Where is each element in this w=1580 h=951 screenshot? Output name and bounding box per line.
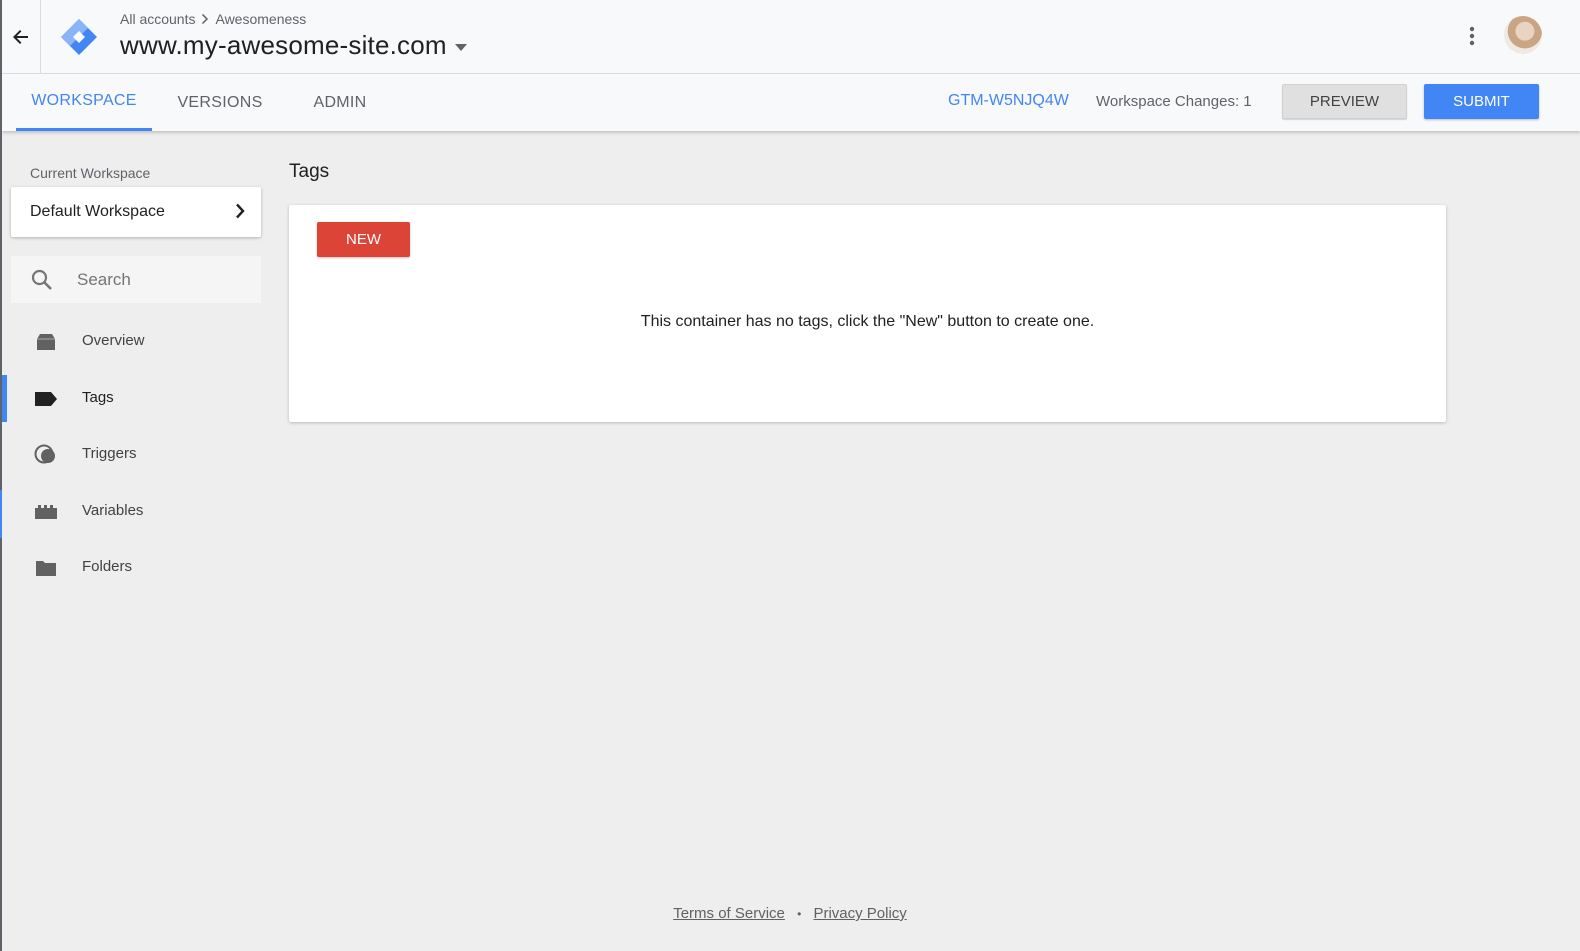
container-id-link[interactable]: GTM-W5NJQ4W xyxy=(948,92,1069,110)
footer: Terms of Service • Privacy Policy xyxy=(0,905,1580,922)
new-tag-button[interactable]: NEW xyxy=(317,222,410,257)
sidebar-item-label: Triggers xyxy=(82,445,137,462)
gtm-logo-icon xyxy=(61,19,97,55)
more-menu-button[interactable] xyxy=(1460,24,1484,48)
variables-brick-icon xyxy=(35,505,57,519)
sidebar-item-folders[interactable]: Folders xyxy=(2,544,268,591)
workspace-changes-count: Workspace Changes: 1 xyxy=(1096,93,1252,110)
trigger-circles-icon xyxy=(34,444,55,464)
back-button[interactable] xyxy=(2,0,41,73)
dropdown-caret-icon xyxy=(454,44,467,51)
footer-separator: • xyxy=(797,907,802,921)
search-placeholder: Search xyxy=(77,270,131,289)
page-title: Tags xyxy=(289,161,330,182)
window-edge-marker xyxy=(0,490,2,538)
submit-button[interactable]: SUBMIT xyxy=(1424,84,1539,119)
sidebar-item-tags[interactable]: Tags xyxy=(2,375,268,422)
current-workspace-label: Current Workspace xyxy=(30,165,151,181)
sidebar-item-label: Overview xyxy=(82,332,145,349)
terms-of-service-link[interactable]: Terms of Service xyxy=(673,905,785,922)
window-edge xyxy=(0,0,2,951)
sidebar-item-label: Tags xyxy=(82,389,114,406)
search-input[interactable]: Search xyxy=(11,256,261,303)
avatar[interactable] xyxy=(1504,16,1542,54)
sidebar-item-label: Variables xyxy=(82,502,144,519)
privacy-policy-link[interactable]: Privacy Policy xyxy=(813,905,906,922)
sidebar-item-overview[interactable]: Overview xyxy=(2,318,268,365)
preview-button[interactable]: PREVIEW xyxy=(1282,84,1407,119)
search-icon xyxy=(31,269,52,290)
container-name: www.my-awesome-site.com xyxy=(120,30,447,60)
sidebar-item-variables[interactable]: Variables xyxy=(2,488,268,535)
tag-icon xyxy=(35,392,57,406)
overview-tray-icon xyxy=(37,334,55,350)
breadcrumb-account[interactable]: Awesomeness xyxy=(215,11,306,27)
empty-state-message: This container has no tags, click the "N… xyxy=(640,313,1095,330)
breadcrumb-all-accounts[interactable]: All accounts xyxy=(120,11,195,27)
tab-workspace[interactable]: WORKSPACE xyxy=(16,74,152,131)
tab-admin[interactable]: ADMIN xyxy=(298,74,382,131)
more-vert-icon xyxy=(1469,26,1475,46)
sidebar-item-label: Folders xyxy=(82,558,133,575)
tab-versions[interactable]: VERSIONS xyxy=(168,74,272,131)
app-header: All accounts Awesomeness www.my-awesome-… xyxy=(2,0,1580,74)
chevron-right-icon xyxy=(236,203,245,219)
workspace-name: Default Workspace xyxy=(30,203,165,220)
folder-icon xyxy=(36,561,56,576)
chevron-right-icon xyxy=(202,14,209,24)
sidebar-item-triggers[interactable]: Triggers xyxy=(2,431,268,478)
arrow-left-icon xyxy=(13,29,28,44)
tags-card: NEW This container has no tags, click th… xyxy=(289,205,1446,422)
tab-bar: WORKSPACE VERSIONS ADMIN GTM-W5NJQ4W Wor… xyxy=(2,74,1580,131)
breadcrumb: All accounts Awesomeness xyxy=(120,11,306,27)
container-selector[interactable]: www.my-awesome-site.com xyxy=(120,30,467,61)
workspace-selector[interactable]: Default Workspace xyxy=(11,187,261,237)
